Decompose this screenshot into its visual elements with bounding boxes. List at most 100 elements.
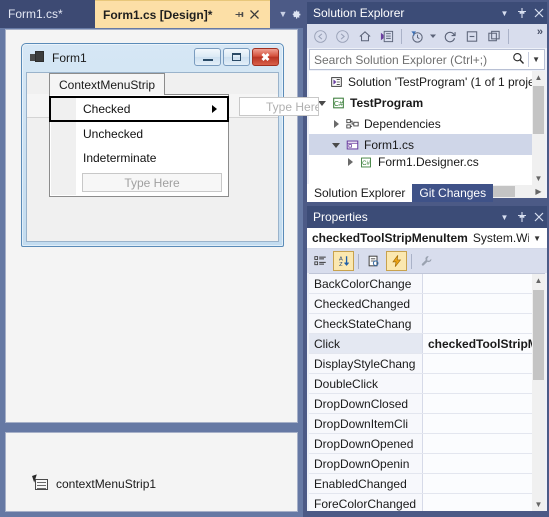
property-name: DropDownOpenin (309, 454, 423, 473)
property-pages-button[interactable] (416, 251, 437, 271)
tree-item-dependencies[interactable]: Dependencies (309, 113, 545, 134)
property-row[interactable]: DoubleClick (309, 374, 545, 394)
property-row[interactable]: DropDownClosed (309, 394, 545, 414)
chevron-down-icon[interactable]: ▼ (529, 234, 545, 243)
property-value[interactable] (423, 494, 545, 511)
menu-strip-top-type-here[interactable]: Type Here (239, 97, 319, 116)
close-icon[interactable] (247, 6, 262, 24)
events-button[interactable] (386, 251, 407, 271)
submenu-arrow-icon (212, 105, 217, 113)
properties-object-selector[interactable]: checkedToolStripMenuItem System.Wi ▼ (307, 228, 547, 249)
property-value[interactable] (423, 314, 545, 333)
tray-item-context-menu-strip1[interactable]: contextMenuStrip1 (32, 474, 156, 491)
solution-explorer-view-icon[interactable] (376, 26, 397, 46)
alphabetical-button[interactable]: AZ (333, 251, 354, 271)
forward-icon[interactable] (332, 26, 353, 46)
collapse-all-icon[interactable] (461, 26, 482, 46)
scroll-up-icon[interactable]: ▲ (532, 274, 545, 287)
minimize-button[interactable] (194, 48, 221, 66)
tree-item-solution[interactable]: Solution 'TestProgram' (1 of 1 proje (309, 71, 545, 92)
context-menu-strip-tab[interactable]: ContextMenuStrip (49, 73, 166, 95)
back-icon[interactable] (310, 26, 331, 46)
tree-item-form1-designer-cs[interactable]: C# Form1.Designer.cs (309, 155, 545, 169)
dock-tab-label: Git Changes (419, 186, 487, 200)
property-row[interactable]: BackColorChange (309, 274, 545, 294)
gear-icon[interactable] (288, 0, 303, 28)
expander-collapsed-icon[interactable] (343, 158, 357, 166)
pin-icon[interactable] (513, 2, 530, 24)
property-row[interactable]: EnabledChanged (309, 474, 545, 494)
tree-item-label: Solution 'TestProgram' (1 of 1 proje (348, 74, 535, 89)
toolbar-separator (411, 253, 412, 269)
pending-changes-filter-icon[interactable] (406, 26, 427, 46)
scroll-thumb[interactable] (533, 86, 544, 134)
property-row[interactable]: CheckedChanged (309, 294, 545, 314)
properties-grid[interactable]: BackColorChange CheckedChanged CheckStat… (309, 273, 545, 511)
property-row-click[interactable]: Click checkedToolStripM (309, 334, 545, 354)
tree-item-form1-cs[interactable]: Form1.cs (309, 134, 545, 155)
menu-item-checked[interactable]: Checked (49, 96, 229, 122)
context-menu-strip-icon (32, 474, 50, 491)
refresh-icon[interactable] (439, 26, 460, 46)
tree-item-testprogram[interactable]: C# TestProgram (309, 92, 545, 113)
property-value[interactable] (423, 394, 545, 413)
expander-collapsed-icon[interactable] (329, 120, 343, 128)
property-value[interactable] (423, 434, 545, 453)
close-icon[interactable] (530, 206, 547, 228)
menu-type-here-placeholder[interactable]: Type Here (82, 173, 222, 192)
properties-button[interactable] (363, 251, 384, 271)
properties-vertical-scrollbar[interactable]: ▲ ▼ (532, 274, 545, 511)
maximize-button[interactable] (223, 48, 250, 66)
search-solution-explorer-input[interactable]: Search Solution Explorer (Ctrl+;) ▼ (309, 49, 545, 70)
expander-expanded-icon[interactable] (329, 141, 343, 148)
property-row[interactable]: DropDownItemCli (309, 414, 545, 434)
property-name: BackColorChange (309, 274, 423, 293)
property-value[interactable] (423, 354, 545, 373)
csharp-project-icon: C# (329, 96, 347, 110)
property-row[interactable]: DropDownOpened (309, 434, 545, 454)
pin-icon[interactable] (513, 206, 530, 228)
scroll-up-icon[interactable]: ▲ (532, 71, 545, 84)
context-menu-strip-dropdown[interactable]: Checked Unchecked Indeterminate Type Her… (49, 94, 229, 197)
dock-tab-solution-explorer[interactable]: Solution Explorer (307, 184, 413, 202)
close-button[interactable]: ✖ (252, 48, 279, 66)
menu-item-indeterminate[interactable]: Indeterminate (50, 146, 228, 170)
dock-tab-git-changes[interactable]: Git Changes (412, 184, 494, 202)
property-value[interactable]: checkedToolStripM (423, 334, 545, 353)
property-row[interactable]: DisplayStyleChang (309, 354, 545, 374)
toolbar-overflow-icon[interactable]: » (537, 26, 543, 38)
property-value[interactable] (423, 474, 545, 493)
pin-icon[interactable] (232, 6, 247, 24)
component-tray[interactable]: contextMenuStrip1 (5, 432, 298, 512)
search-icon[interactable] (509, 52, 528, 68)
property-row[interactable]: ForeColorChanged (309, 494, 545, 511)
solution-tree[interactable]: Solution 'TestProgram' (1 of 1 proje C# … (309, 71, 545, 185)
form-designer-surface[interactable]: Form1 ✖ Type Here ContextMenuStrip Check… (5, 29, 319, 423)
tree-item-label: Dependencies (364, 116, 441, 131)
show-all-files-icon[interactable] (483, 26, 504, 46)
home-icon[interactable] (354, 26, 375, 46)
close-icon[interactable] (530, 2, 547, 24)
editor-tab-form1-cs[interactable]: Form1.cs* (0, 0, 95, 28)
menu-item-unchecked[interactable]: Unchecked (50, 122, 228, 146)
property-value[interactable] (423, 374, 545, 393)
categorized-button[interactable] (310, 251, 331, 271)
solution-explorer-window: Solution Explorer ▼ » Search Solution Ex… (307, 2, 547, 198)
search-dropdown-chevron-down-icon[interactable]: ▼ (528, 52, 540, 67)
property-value[interactable] (423, 454, 545, 473)
dropdown-icon[interactable]: ▼ (496, 2, 513, 24)
scroll-down-icon[interactable]: ▼ (532, 498, 545, 511)
form1-design-window[interactable]: Form1 ✖ Type Here ContextMenuStrip Check… (21, 43, 319, 247)
dropdown-icon[interactable]: ▼ (496, 206, 513, 228)
property-value[interactable] (423, 414, 545, 433)
csharp-file-icon: C# (357, 156, 375, 169)
property-row[interactable]: CheckStateChang (309, 314, 545, 334)
editor-tab-form1-design[interactable]: Form1.cs [Design]* (95, 0, 270, 28)
filter-dropdown-icon[interactable] (428, 26, 438, 46)
scroll-thumb[interactable] (533, 290, 544, 380)
property-value[interactable] (423, 294, 545, 313)
tree-vertical-scrollbar[interactable]: ▲ ▼ (532, 71, 545, 185)
property-value[interactable] (423, 274, 545, 293)
form-client-area[interactable]: Type Here ContextMenuStrip Checked Unche… (26, 72, 319, 242)
property-row[interactable]: DropDownOpenin (309, 454, 545, 474)
